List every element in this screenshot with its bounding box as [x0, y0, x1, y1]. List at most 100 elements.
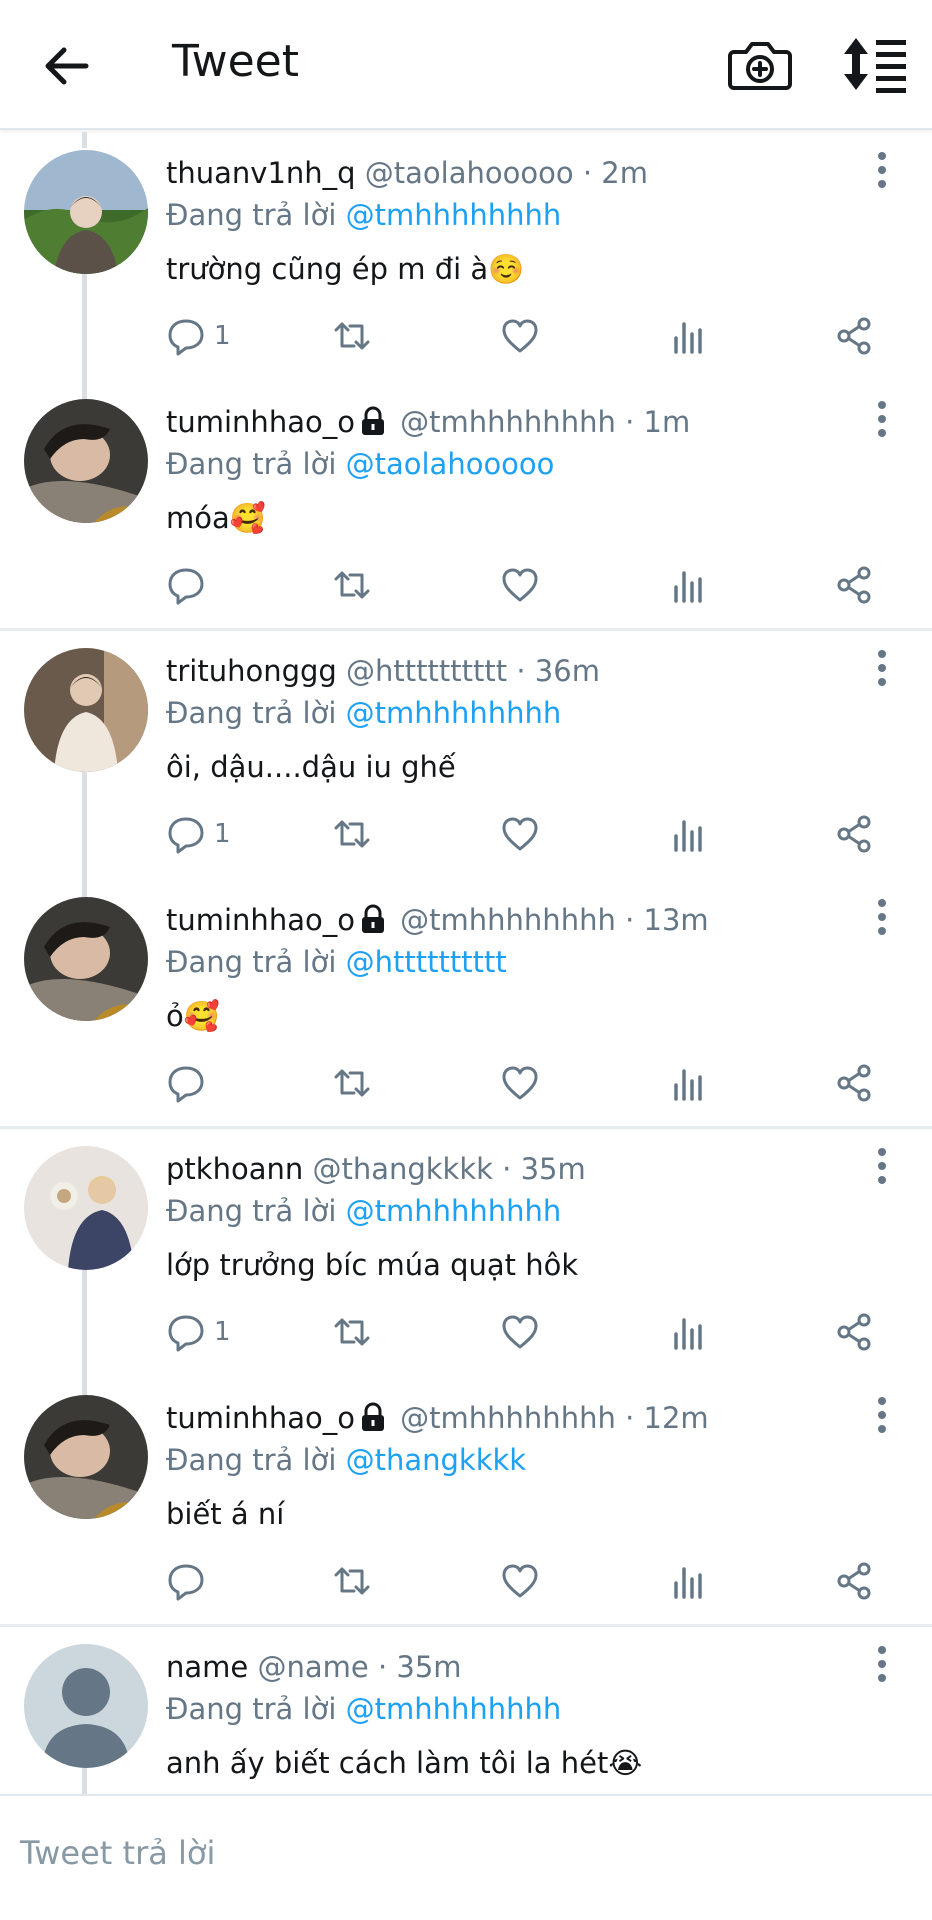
avatar[interactable] [24, 1146, 148, 1270]
like-button[interactable] [500, 1061, 540, 1105]
user-handle[interactable]: @thangkkkk [312, 1152, 493, 1186]
reply-button[interactable]: 1 [166, 1310, 231, 1354]
share-icon [837, 1313, 871, 1351]
share-button[interactable] [834, 1559, 874, 1603]
reply-button[interactable]: 1 [166, 812, 231, 856]
user-handle[interactable]: @tmhhhhhhhh [400, 1401, 616, 1435]
share-button[interactable] [834, 1061, 874, 1105]
tweet[interactable]: tuminhhao_o @tmhhhhhhhh · 1m Đang trả lờ… [0, 381, 932, 630]
share-icon [837, 1562, 871, 1600]
reply-button[interactable]: 1 [166, 314, 231, 358]
camera-plus-icon[interactable] [728, 34, 792, 94]
like-button[interactable] [500, 563, 540, 607]
analytics-button[interactable] [668, 563, 708, 607]
reply-to-link[interactable]: @taolahooooo [346, 447, 555, 481]
display-name[interactable]: tuminhhao_o [166, 903, 355, 937]
retweet-button[interactable] [332, 563, 372, 607]
avatar[interactable] [24, 1644, 148, 1768]
retweet-button[interactable] [332, 1559, 372, 1603]
retweet-button[interactable] [332, 1061, 372, 1105]
display-name[interactable]: name [166, 1650, 248, 1684]
reply-to-link[interactable]: @tmhhhhhhhh [346, 1692, 562, 1726]
reply-button[interactable] [166, 563, 214, 607]
analytics-button[interactable] [668, 1559, 708, 1603]
retweet-icon [334, 1069, 370, 1097]
separator-dot: · [625, 1401, 635, 1435]
user-handle[interactable]: @tmhhhhhhhh [400, 405, 616, 439]
like-button[interactable] [500, 812, 540, 856]
retweet-button[interactable] [332, 812, 372, 856]
analytics-button[interactable] [668, 1061, 708, 1105]
timestamp: 1m [643, 405, 691, 439]
tweet-actions: 1 [0, 314, 932, 358]
share-button[interactable] [834, 812, 874, 856]
more-vertical-icon[interactable] [868, 1644, 896, 1684]
like-button[interactable] [500, 1310, 540, 1354]
reply-prefix: Đang trả lời [166, 696, 337, 730]
reply-to-link[interactable]: @tmhhhhhhhh [346, 696, 562, 730]
retweet-icon [334, 1318, 370, 1346]
more-vertical-icon[interactable] [868, 648, 896, 688]
like-icon [502, 568, 538, 602]
avatar[interactable] [24, 399, 148, 523]
sort-list-icon[interactable] [840, 34, 910, 94]
reply-to-link[interactable]: @htttttttttt [346, 945, 507, 979]
user-handle[interactable]: @name [257, 1650, 368, 1684]
more-vertical-icon[interactable] [868, 399, 896, 439]
reply-to-link[interactable]: @tmhhhhhhhh [346, 198, 562, 232]
analytics-button[interactable] [668, 812, 708, 856]
reply-prefix: Đang trả lời [166, 198, 337, 232]
arrow-left-icon[interactable] [36, 36, 96, 96]
more-vertical-icon[interactable] [868, 897, 896, 937]
reply-compose-bar[interactable]: Tweet trả lời [0, 1794, 932, 1920]
like-button[interactable] [500, 1559, 540, 1603]
reply-prefix: Đang trả lời [166, 1194, 337, 1228]
analytics-button[interactable] [668, 1310, 708, 1354]
reply-input[interactable]: Tweet trả lời [20, 1834, 215, 1872]
reply-feed[interactable]: thuanv1nh_q @taolahooooo · 2m Đang trả l… [0, 132, 932, 1794]
reply-prefix: Đang trả lời [166, 447, 337, 481]
reply-to-link[interactable]: @tmhhhhhhhh [346, 1194, 562, 1228]
tweet-actions [0, 1061, 932, 1105]
timestamp: 13m [643, 903, 709, 937]
display-name[interactable]: tuminhhao_o [166, 1401, 355, 1435]
tweet[interactable]: name @name · 35m Đang trả lời @tmhhhhhhh… [0, 1626, 932, 1794]
share-icon [837, 317, 871, 355]
avatar[interactable] [24, 1395, 148, 1519]
display-name[interactable]: trituhonggg [166, 654, 337, 688]
share-icon [837, 815, 871, 853]
share-button[interactable] [834, 563, 874, 607]
reply-to-link[interactable]: @thangkkkk [346, 1443, 527, 1477]
retweet-button[interactable] [332, 314, 372, 358]
reply-button[interactable] [166, 1559, 214, 1603]
share-button[interactable] [834, 314, 874, 358]
avatar[interactable] [24, 150, 148, 274]
user-handle[interactable]: @taolahooooo [365, 156, 574, 190]
analytics-button[interactable] [668, 314, 708, 358]
analytics-icon [674, 1567, 702, 1599]
reply-context: Đang trả lời @taolahooooo [166, 447, 554, 481]
timestamp: 2m [601, 156, 648, 190]
more-vertical-icon[interactable] [868, 1395, 896, 1435]
retweet-button[interactable] [332, 1310, 372, 1354]
reply-context: Đang trả lời @tmhhhhhhhh [166, 696, 561, 730]
tweet[interactable]: tuminhhao_o @tmhhhhhhhh · 13m Đang trả l… [0, 879, 932, 1128]
user-handle[interactable]: @tmhhhhhhhh [400, 903, 616, 937]
display-name[interactable]: ptkhoann [166, 1152, 303, 1186]
tweet[interactable]: tuminhhao_o @tmhhhhhhhh · 12m Đang trả l… [0, 1377, 932, 1626]
more-vertical-icon[interactable] [868, 150, 896, 190]
reply-button[interactable] [166, 1061, 214, 1105]
display-name[interactable]: tuminhhao_o [166, 405, 355, 439]
more-vertical-icon[interactable] [868, 1146, 896, 1186]
display-name[interactable]: thuanv1nh_q [166, 156, 356, 190]
separator-dot: · [502, 1152, 512, 1186]
like-button[interactable] [500, 314, 540, 358]
avatar[interactable] [24, 648, 148, 772]
tweet[interactable]: ptkhoann @thangkkkk · 35m Đang trả lời @… [0, 1128, 932, 1377]
avatar[interactable] [24, 897, 148, 1021]
tweet-header: trituhonggg @htttttttttt · 36m [166, 654, 600, 688]
tweet[interactable]: thuanv1nh_q @taolahooooo · 2m Đang trả l… [0, 132, 932, 381]
share-button[interactable] [834, 1310, 874, 1354]
user-handle[interactable]: @htttttttttt [346, 654, 507, 688]
tweet[interactable]: trituhonggg @htttttttttt · 36m Đang trả … [0, 630, 932, 879]
